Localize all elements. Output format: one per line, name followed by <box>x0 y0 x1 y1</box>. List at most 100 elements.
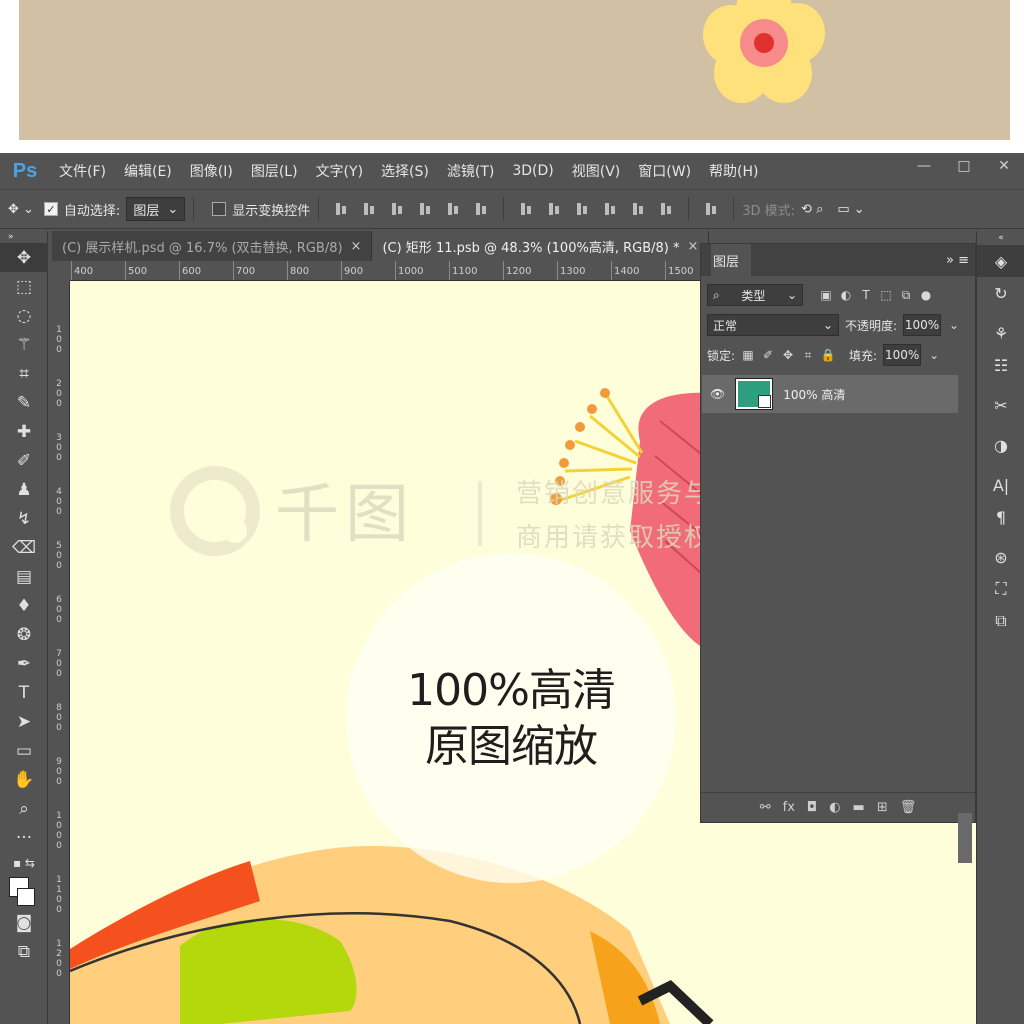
adjustments-dock-icon[interactable]: ◑ <box>977 429 1024 461</box>
paths-dock-icon[interactable]: ⛶ <box>977 573 1024 605</box>
menu-edit[interactable]: 编辑(E) <box>115 161 181 181</box>
history-dock-icon[interactable]: ↻ <box>977 277 1024 309</box>
auto-align-icon[interactable] <box>703 201 719 217</box>
type-tool-icon[interactable]: T <box>0 678 48 707</box>
opacity-input[interactable]: 100% <box>903 314 942 336</box>
align-hcenter-icon[interactable] <box>445 201 461 217</box>
filter-pixel-icon[interactable]: ▣ <box>819 288 833 302</box>
channels-dock-icon[interactable]: ⊛ <box>977 541 1024 573</box>
lock-artboard-icon[interactable]: ⌗ <box>801 348 815 362</box>
panel-menu-icon[interactable]: » ≡ <box>946 253 975 268</box>
menu-window[interactable]: 窗口(W) <box>629 161 700 181</box>
history-brush-icon[interactable]: ↯ <box>0 504 48 533</box>
magic-wand-icon[interactable]: ⚚ <box>0 330 48 359</box>
tab-close-icon[interactable]: × <box>351 239 362 254</box>
new-group-icon[interactable]: ▬ <box>853 800 865 815</box>
distribute-top-icon[interactable] <box>518 201 534 217</box>
show-transform-checkbox[interactable] <box>212 202 227 216</box>
align-bottom-icon[interactable] <box>389 201 405 217</box>
tools-dock-icon[interactable]: ✂ <box>977 389 1024 421</box>
hand-tool-icon[interactable]: ✋ <box>0 765 48 794</box>
blur-tool-icon[interactable]: ♦ <box>0 591 48 620</box>
zoom-tool-icon[interactable]: ⌕ <box>0 794 48 823</box>
paragraph-dock-icon[interactable]: ¶ <box>977 501 1024 533</box>
link-layers-icon[interactable]: ⚯ <box>760 800 771 815</box>
menu-help[interactable]: 帮助(H) <box>700 161 767 181</box>
tab-mockup[interactable]: (C) 展示样机.psd @ 16.7% (双击替换, RGB/8) × <box>52 231 373 261</box>
stamp-tool-icon[interactable]: ♟ <box>0 475 48 504</box>
smart-object-dock-icon[interactable]: ⧉ <box>977 605 1024 637</box>
pen-tool-icon[interactable]: ✒ <box>0 649 48 678</box>
move-tool-icon[interactable]: ✥ ⌄ <box>8 202 34 217</box>
tab-close-icon[interactable]: × <box>687 239 698 254</box>
filter-smart-object-icon[interactable]: ⧉ <box>899 288 913 302</box>
properties-dock-icon[interactable]: ☷ <box>977 349 1024 381</box>
filter-shape-icon[interactable]: ⬚ <box>879 288 893 302</box>
align-top-icon[interactable] <box>333 201 349 217</box>
adjustment-layer-icon[interactable]: ◐ <box>829 800 840 815</box>
more-tools-icon[interactable]: ··· <box>0 823 48 852</box>
healing-brush-icon[interactable]: ✚ <box>0 417 48 446</box>
layers-tab[interactable]: 图层 <box>711 244 752 276</box>
character-dock-icon[interactable]: A| <box>977 469 1024 501</box>
color-swatches-icon[interactable] <box>0 874 48 908</box>
menu-3d[interactable]: 3D(D) <box>503 163 562 179</box>
eyedropper-icon[interactable]: ✎ <box>0 388 48 417</box>
blend-mode-dropdown[interactable]: 正常 ⌄ <box>707 314 839 336</box>
collapse-icon[interactable]: » <box>0 231 48 243</box>
lasso-tool-icon[interactable]: ◌ <box>0 301 48 330</box>
menu-view[interactable]: 视图(V) <box>563 161 630 181</box>
menu-filter[interactable]: 滤镜(T) <box>438 161 503 181</box>
distribute-right-icon[interactable] <box>658 201 674 217</box>
screen-mode-icon[interactable]: ⧉ <box>0 937 48 966</box>
workspace-icon[interactable]: ▭ ⌄ <box>837 202 864 217</box>
filter-type-icon[interactable]: T <box>859 288 873 302</box>
lock-all-icon[interactable]: 🔒 <box>821 348 836 362</box>
chevron-down-icon[interactable]: ⌄ <box>927 348 941 362</box>
close-button[interactable]: ✕ <box>984 153 1024 179</box>
dodge-tool-icon[interactable]: ❂ <box>0 620 48 649</box>
menu-select[interactable]: 选择(S) <box>372 161 438 181</box>
path-select-icon[interactable]: ➤ <box>0 707 48 736</box>
visibility-eye-icon[interactable]: 👁 <box>710 387 725 401</box>
distribute-vcenter-icon[interactable] <box>546 201 562 217</box>
distribute-left-icon[interactable] <box>602 201 618 217</box>
layer-filter-dropdown[interactable]: ⌕ 类型 ⌄ <box>707 284 803 306</box>
filter-toggle-icon[interactable]: ● <box>919 288 933 302</box>
new-layer-icon[interactable]: ⊞ <box>877 800 888 815</box>
filter-adjustment-icon[interactable]: ◐ <box>839 288 853 302</box>
expand-panels-icon[interactable]: « <box>977 231 1024 245</box>
menu-image[interactable]: 图像(I) <box>181 161 242 181</box>
trash-icon[interactable]: 🗑 <box>900 800 917 815</box>
auto-select-dropdown[interactable]: 图层 ⌄ <box>126 197 186 221</box>
align-vcenter-icon[interactable] <box>361 201 377 217</box>
distribute-bottom-icon[interactable] <box>574 201 590 217</box>
add-mask-icon[interactable]: ◘ <box>807 800 817 815</box>
eraser-tool-icon[interactable]: ⌫ <box>0 533 48 562</box>
lock-paint-icon[interactable]: ✐ <box>761 348 775 362</box>
rectangle-tool-icon[interactable]: ▭ <box>0 736 48 765</box>
gradient-tool-icon[interactable]: ▤ <box>0 562 48 591</box>
restore-button[interactable]: □ <box>944 153 984 179</box>
quick-mask-icon[interactable]: ◙ <box>0 908 48 937</box>
brush-tool-icon[interactable]: ✐ <box>0 446 48 475</box>
move-tool-icon[interactable]: ✥ <box>0 243 48 272</box>
menu-type[interactable]: 文字(Y) <box>307 161 372 181</box>
layer-row[interactable]: 👁 100% 高清 <box>702 375 958 413</box>
chevron-down-icon[interactable]: ⌄ <box>947 318 961 332</box>
tab-rectangle[interactable]: (C) 矩形 11.psb @ 48.3% (100%高清, RGB/8) * … <box>372 231 710 261</box>
auto-select-checkbox[interactable]: ✓ <box>43 202 58 216</box>
rotate-3d-icon[interactable]: ⟲ ⌕ <box>801 202 823 217</box>
marquee-tool-icon[interactable]: ⬚ <box>0 272 48 301</box>
swap-colors-icon[interactable]: ▪ ⇆ <box>0 852 48 874</box>
align-right-icon[interactable] <box>473 201 489 217</box>
scrollbar[interactable] <box>958 813 972 863</box>
lock-transparent-icon[interactable]: ▦ <box>741 348 755 362</box>
distribute-hcenter-icon[interactable] <box>630 201 646 217</box>
minimize-button[interactable]: — <box>904 153 944 179</box>
crop-tool-icon[interactable]: ⌗ <box>0 359 48 388</box>
brush-dock-icon[interactable]: ⚘ <box>977 317 1024 349</box>
menu-file[interactable]: 文件(F) <box>50 161 115 181</box>
fx-icon[interactable]: fx <box>783 800 795 815</box>
fill-input[interactable]: 100% <box>883 344 922 366</box>
